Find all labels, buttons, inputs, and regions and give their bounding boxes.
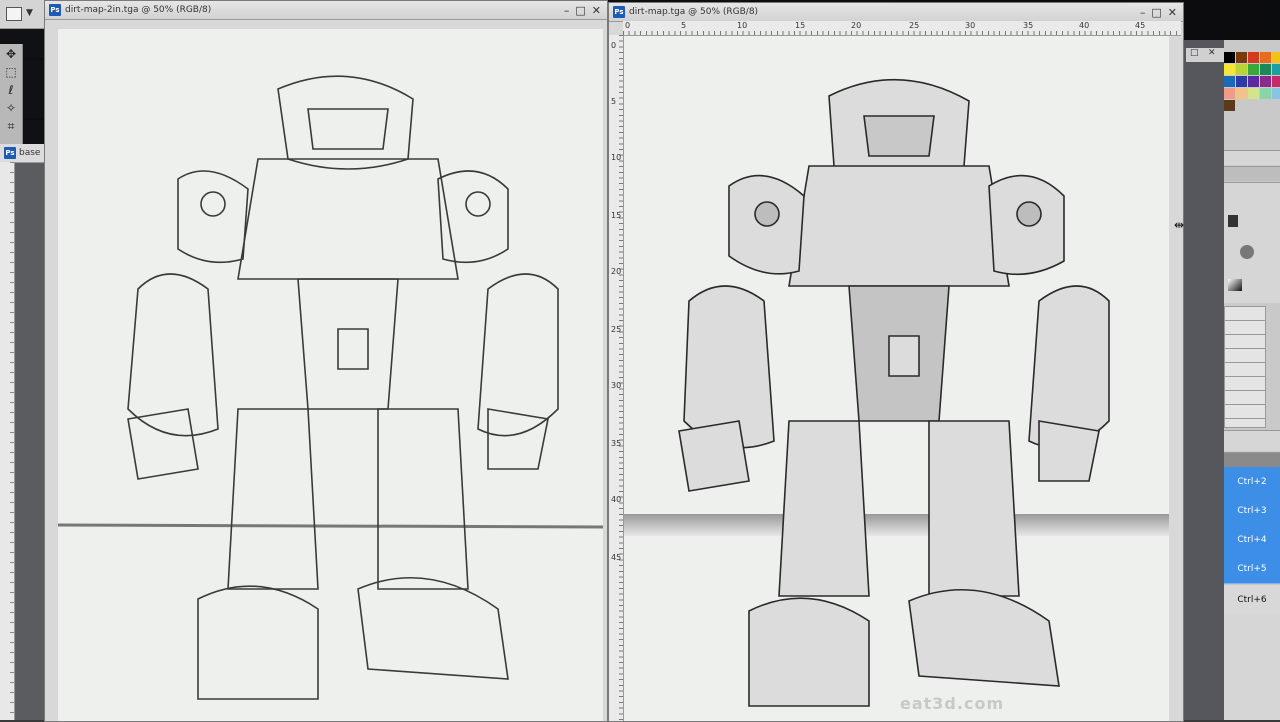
- ruler-label: 5: [611, 97, 617, 106]
- maximize-button[interactable]: □: [1190, 48, 1199, 58]
- photoshop-icon: Ps: [49, 4, 61, 16]
- color-swatch[interactable]: [1248, 52, 1259, 63]
- color-swatch[interactable]: [1236, 64, 1247, 75]
- ruler-label: 45: [1135, 21, 1146, 30]
- right-document-window[interactable]: Ps dirt-map.tga @ 50% (RGB/8) – □ ✕ 0 5 …: [608, 2, 1184, 722]
- left-robot-illustration: [58, 75, 603, 700]
- action-item[interactable]: Ctrl+2: [1224, 467, 1280, 497]
- action-item[interactable]: Ctrl+5: [1224, 554, 1280, 584]
- color-swatch[interactable]: [1236, 88, 1247, 99]
- horizontal-ruler[interactable]: 0 5 10 15 20 25 30 35 40 45: [623, 21, 1181, 36]
- ruler-label: 0: [625, 21, 631, 30]
- ruler-label: 40: [1079, 21, 1090, 30]
- color-swatch[interactable]: [1260, 88, 1271, 99]
- gradient-icon[interactable]: [1228, 279, 1242, 291]
- ruler-label: 5: [681, 21, 687, 30]
- base-document-window[interactable]: Ps base: [0, 144, 44, 720]
- ruler-label: 20: [851, 21, 862, 30]
- ruler-label: 40: [611, 495, 622, 504]
- right-window-title: dirt-map.tga @ 50% (RGB/8): [629, 7, 759, 17]
- panel-header: □ ✕: [1186, 48, 1224, 62]
- color-swatch[interactable]: [1272, 76, 1280, 87]
- color-swatch[interactable]: [1248, 64, 1259, 75]
- maximize-button[interactable]: □: [575, 4, 585, 17]
- tools-panel: ✥ ⬚ ℓ ✧ ⌗: [0, 44, 23, 144]
- maximize-button[interactable]: □: [1151, 6, 1161, 19]
- color-swatch[interactable]: [1272, 88, 1280, 99]
- watermark-text: eat3d.com: [900, 694, 1005, 713]
- color-swatch[interactable]: [1272, 52, 1280, 63]
- close-button[interactable]: ✕: [592, 4, 601, 17]
- ruler-label: 30: [965, 21, 976, 30]
- ruler-label: 0: [611, 41, 617, 50]
- lasso-tool-icon[interactable]: ℓ: [2, 82, 20, 98]
- photoshop-icon: Ps: [4, 147, 16, 159]
- color-swatch[interactable]: [1224, 64, 1235, 75]
- close-button[interactable]: ✕: [1168, 6, 1177, 19]
- chevron-down-icon[interactable]: ▼: [26, 8, 33, 18]
- color-swatch[interactable]: [1224, 52, 1235, 63]
- brush-preset-icon[interactable]: [1240, 245, 1254, 259]
- color-swatch[interactable]: [1248, 76, 1259, 87]
- color-swatch[interactable]: [1224, 100, 1235, 111]
- action-item[interactable]: Ctrl+6: [1224, 585, 1280, 615]
- vertical-ruler[interactable]: 0 5 10 15 20 25 30 35 40 45: [609, 35, 624, 721]
- left-canvas[interactable]: [58, 29, 603, 721]
- action-item[interactable]: Ctrl+3: [1224, 496, 1280, 526]
- layers-footer: [1224, 430, 1280, 451]
- color-swatch[interactable]: [1236, 76, 1247, 87]
- right-canvas[interactable]: [624, 36, 1169, 721]
- color-swatch[interactable]: [1260, 64, 1271, 75]
- photoshop-icon: Ps: [613, 6, 625, 18]
- ruler-label: 15: [795, 21, 806, 30]
- ruler-label: 10: [611, 153, 622, 162]
- actions-header: [1224, 452, 1280, 467]
- swatches-footer: [1224, 150, 1280, 165]
- ruler-label: 25: [611, 325, 622, 334]
- marquee-tool-icon[interactable]: ⬚: [2, 64, 20, 80]
- tool-preset-icon[interactable]: [6, 7, 22, 21]
- action-item[interactable]: Ctrl+4: [1224, 525, 1280, 555]
- right-window-titlebar[interactable]: Ps dirt-map.tga @ 50% (RGB/8) – □ ✕: [609, 3, 1183, 22]
- ruler-label: 10: [737, 21, 748, 30]
- color-swatch[interactable]: [1248, 88, 1259, 99]
- move-tool-icon[interactable]: ✥: [2, 46, 20, 62]
- color-swatch[interactable]: [1272, 64, 1280, 75]
- layers-list[interactable]: [1224, 306, 1266, 428]
- adjustments-panel: [1224, 182, 1280, 303]
- crop-tool-icon[interactable]: ⌗: [2, 118, 20, 134]
- color-swatch[interactable]: [1260, 76, 1271, 87]
- ruler-label: 20: [611, 267, 622, 276]
- close-button[interactable]: ✕: [1208, 48, 1216, 58]
- color-swatch[interactable]: [1224, 76, 1235, 87]
- panel-tab-bar: [1224, 166, 1280, 181]
- color-swatch[interactable]: [1224, 88, 1235, 99]
- layer-mask-icon[interactable]: [1228, 215, 1238, 227]
- left-window-titlebar[interactable]: Ps dirt-map-2in.tga @ 50% (RGB/8) – □ ✕: [45, 1, 607, 20]
- swatches-panel[interactable]: [1224, 52, 1280, 120]
- base-window-title: base: [19, 148, 41, 158]
- actions-empty-area: [1224, 614, 1280, 720]
- left-document-window[interactable]: Ps dirt-map-2in.tga @ 50% (RGB/8) – □ ✕: [44, 0, 608, 722]
- base-vertical-ruler: [0, 162, 15, 720]
- color-swatch[interactable]: [1236, 52, 1247, 63]
- resize-cursor-icon: ⇹: [1174, 218, 1185, 232]
- right-panel-background: [1184, 40, 1224, 720]
- ruler-label: 25: [909, 21, 920, 30]
- options-bar: ▼: [0, 0, 44, 29]
- base-window-titlebar[interactable]: Ps base: [0, 144, 44, 163]
- color-swatch[interactable]: [1260, 52, 1271, 63]
- minimize-button[interactable]: –: [564, 4, 570, 17]
- right-robot-illustration: [624, 78, 1169, 707]
- minimize-button[interactable]: –: [1140, 6, 1146, 19]
- ruler-label: 45: [611, 553, 622, 562]
- ruler-label: 30: [611, 381, 622, 390]
- left-window-title: dirt-map-2in.tga @ 50% (RGB/8): [65, 5, 212, 15]
- ruler-label: 35: [611, 439, 622, 448]
- ruler-label: 35: [1023, 21, 1034, 30]
- ruler-label: 15: [611, 211, 622, 220]
- magic-wand-tool-icon[interactable]: ✧: [2, 100, 20, 116]
